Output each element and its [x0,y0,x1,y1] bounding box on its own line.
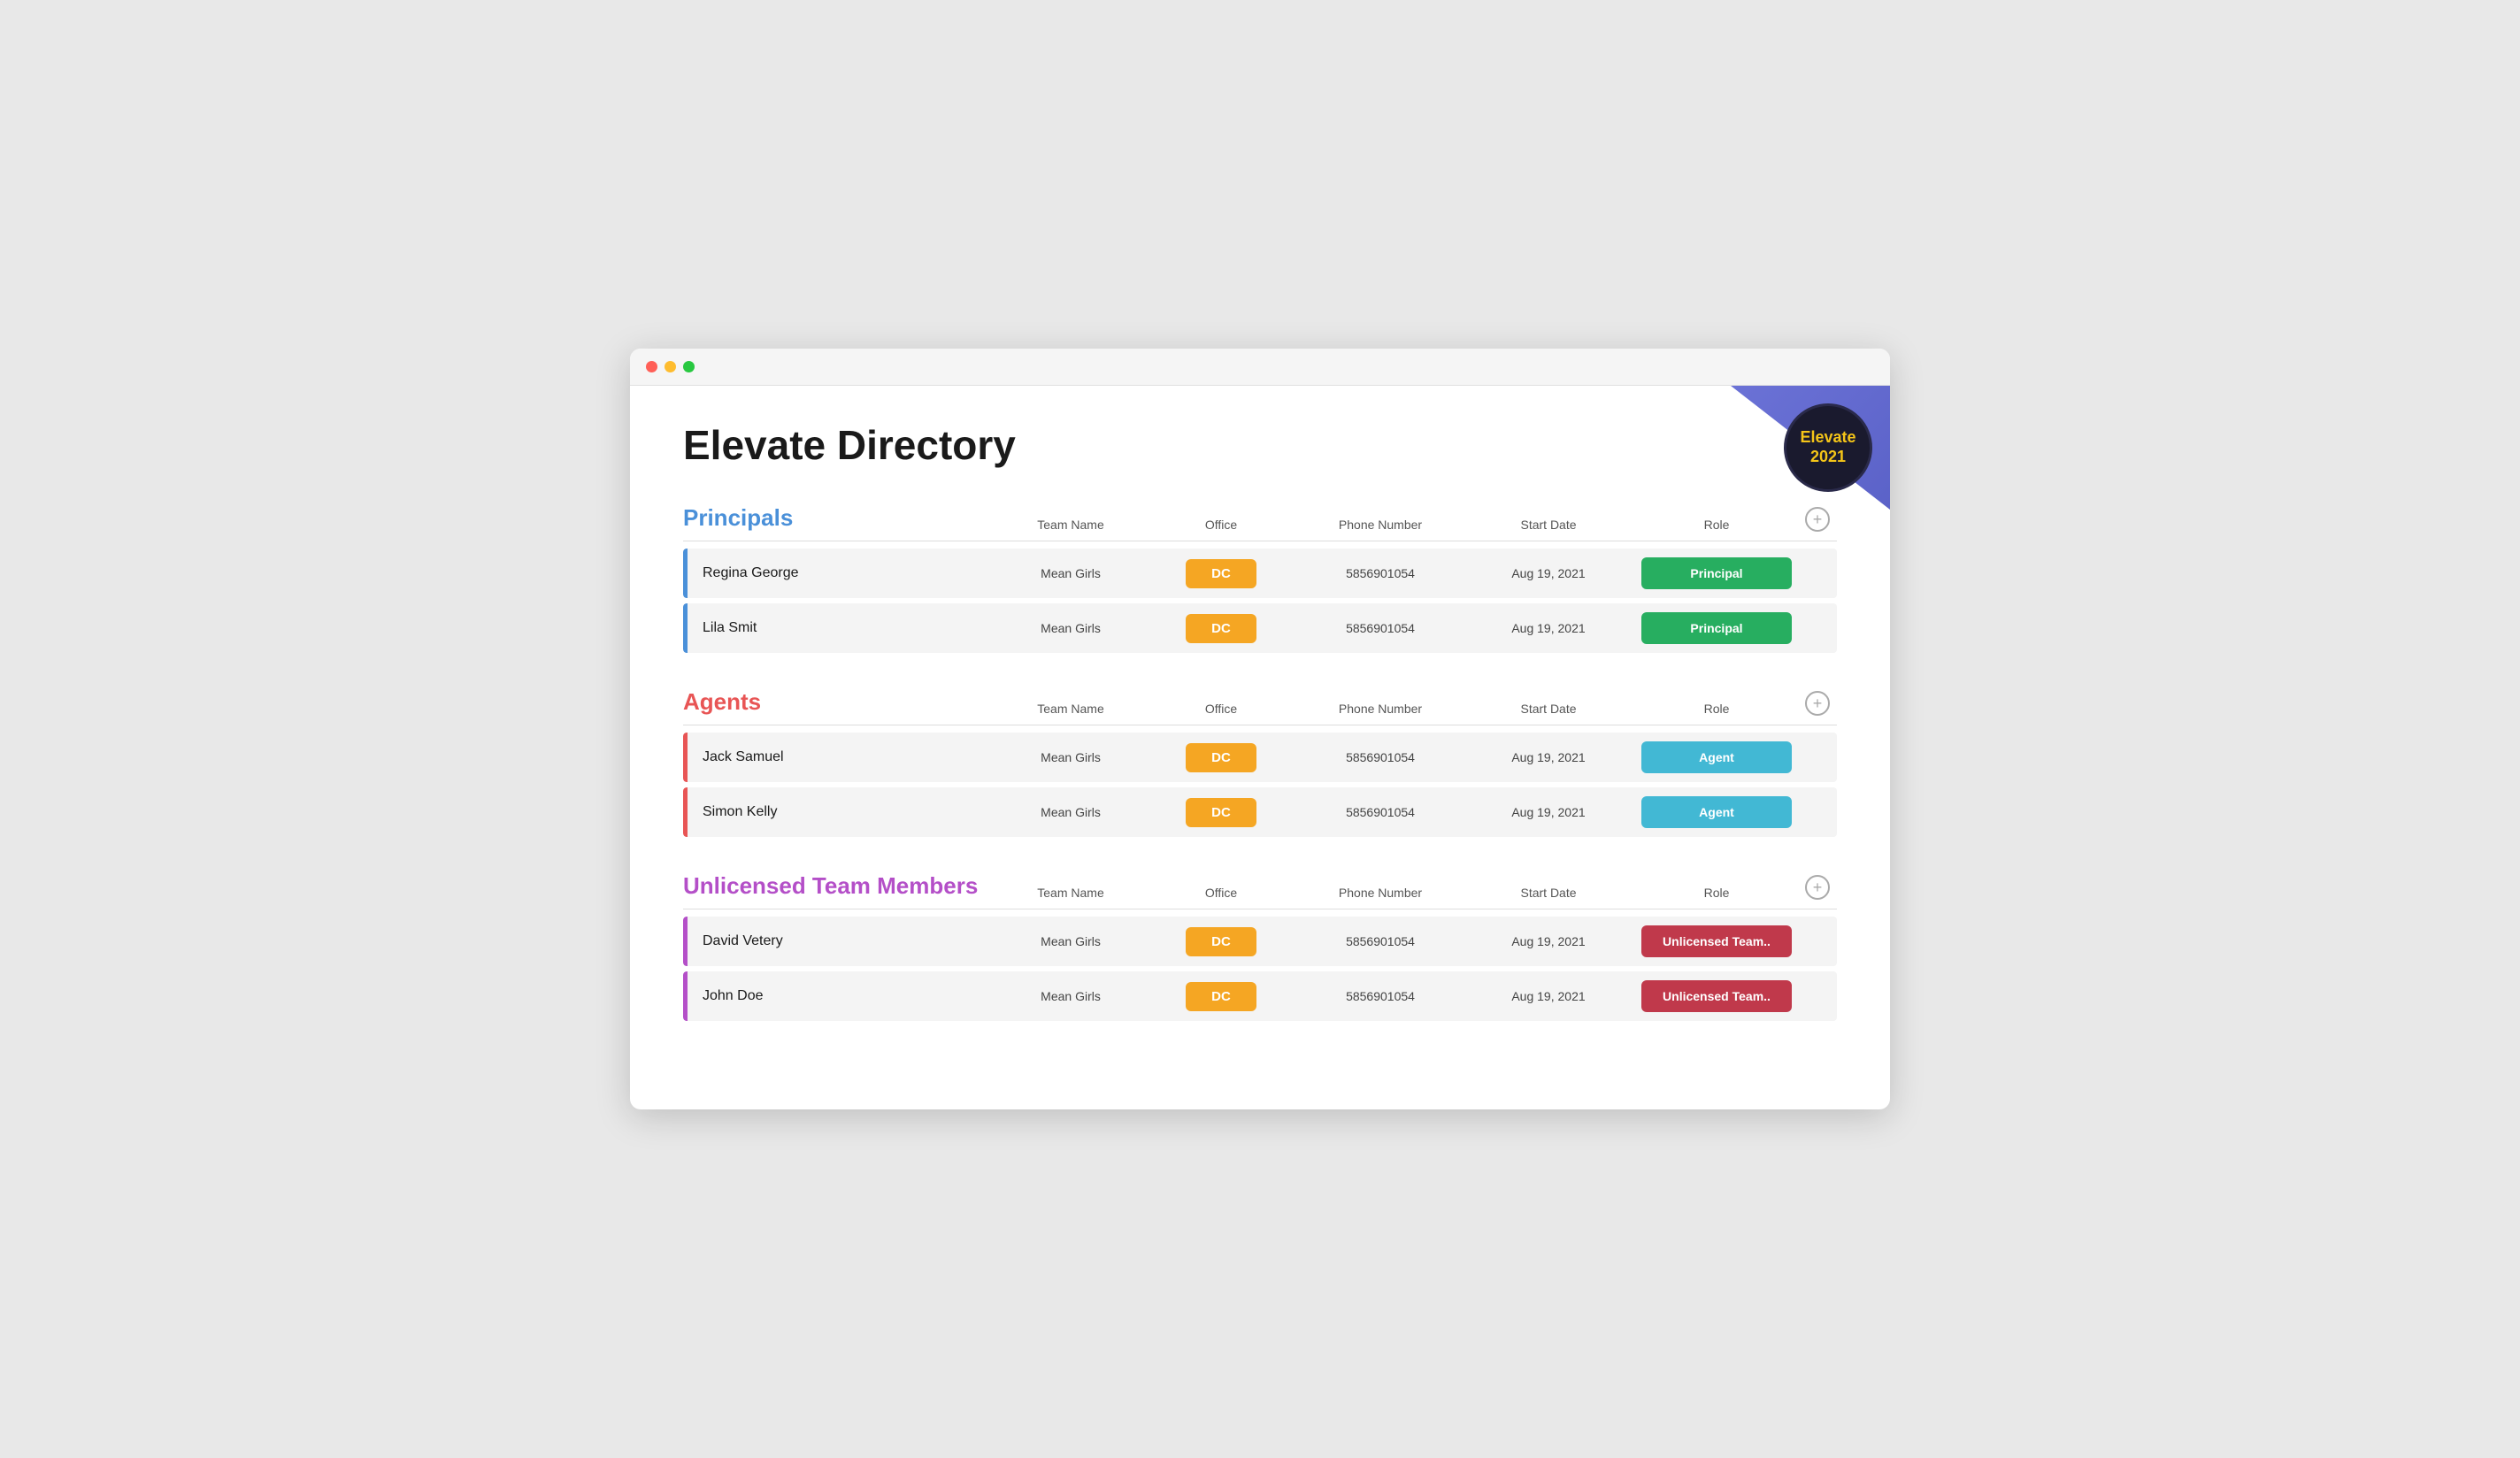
col-header-start-date: Start Date [1469,886,1628,900]
cell-phone: 5856901054 [1292,621,1469,635]
role-badge: Agent [1641,796,1792,828]
add-button-unlicensed[interactable]: + [1805,875,1830,900]
page-title: Elevate Directory [683,421,1837,469]
section-header-unlicensed: Unlicensed Team MembersTeam NameOfficePh… [683,872,1837,900]
row-accent [683,917,688,966]
cell-role: Agent [1628,796,1805,828]
row-accent [683,603,688,653]
cell-role: Unlicensed Team.. [1628,925,1805,957]
cell-office: DC [1150,927,1292,956]
col-header-phone-number: Phone Number [1292,702,1469,716]
section-principals: PrincipalsTeam NameOfficePhone NumberSta… [683,504,1837,653]
cell-phone: 5856901054 [1292,750,1469,764]
cell-team: Mean Girls [991,750,1150,764]
cell-team: Mean Girls [991,621,1150,635]
elevate-badge: Elevate 2021 [1784,403,1872,492]
cell-start-date: Aug 19, 2021 [1469,934,1628,948]
office-badge: DC [1186,982,1256,1011]
badge-line2: 2021 [1810,448,1846,467]
office-badge: DC [1186,927,1256,956]
cell-name: Jack Samuel [683,749,991,765]
cell-role: Principal [1628,612,1805,644]
main-content: Elevate 2021 Elevate Directory Principal… [630,386,1890,1109]
cell-name: Regina George [683,565,991,581]
row-accent [683,971,688,1021]
cell-role: Principal [1628,557,1805,589]
row-accent [683,549,688,598]
badge-line1: Elevate [1800,428,1855,448]
row-accent [683,733,688,782]
role-badge: Agent [1641,741,1792,773]
cell-start-date: Aug 19, 2021 [1469,621,1628,635]
cell-team: Mean Girls [991,566,1150,580]
cell-team: Mean Girls [991,805,1150,819]
titlebar [630,349,1890,386]
col-header-team-name: Team Name [991,702,1150,716]
cell-name: David Vetery [683,933,991,949]
cell-start-date: Aug 19, 2021 [1469,566,1628,580]
col-header-start-date: Start Date [1469,702,1628,716]
maximize-button[interactable] [683,361,695,372]
close-button[interactable] [646,361,657,372]
col-header-office: Office [1150,886,1292,900]
table-row[interactable]: Lila SmitMean Girls DC 5856901054Aug 19, 2… [683,603,1837,653]
role-badge: Principal [1641,612,1792,644]
office-badge: DC [1186,614,1256,643]
col-header-start-date: Start Date [1469,518,1628,532]
col-header-role: Role [1628,702,1805,716]
section-title-agents: Agents [683,688,991,716]
cell-office: DC [1150,743,1292,772]
cell-team: Mean Girls [991,934,1150,948]
cell-start-date: Aug 19, 2021 [1469,989,1628,1003]
cell-name: Lila Smit [683,620,991,636]
cell-name: John Doe [683,988,991,1004]
col-header-office: Office [1150,702,1292,716]
cell-phone: 5856901054 [1292,989,1469,1003]
cell-office: DC [1150,559,1292,588]
section-agents: AgentsTeam NameOfficePhone NumberStart D… [683,688,1837,837]
role-badge: Principal [1641,557,1792,589]
sections-container: PrincipalsTeam NameOfficePhone NumberSta… [683,504,1837,1021]
row-accent [683,787,688,837]
table-row[interactable]: David VeteryMean Girls DC 5856901054Aug 19… [683,917,1837,966]
section-header-principals: PrincipalsTeam NameOfficePhone NumberSta… [683,504,1837,532]
cell-name: Simon Kelly [683,804,991,820]
col-header-office: Office [1150,518,1292,532]
minimize-button[interactable] [665,361,676,372]
cell-role: Unlicensed Team.. [1628,980,1805,1012]
col-header-phone-number: Phone Number [1292,886,1469,900]
cell-phone: 5856901054 [1292,805,1469,819]
section-unlicensed: Unlicensed Team MembersTeam NameOfficePh… [683,872,1837,1021]
section-header-agents: AgentsTeam NameOfficePhone NumberStart D… [683,688,1837,716]
office-badge: DC [1186,743,1256,772]
col-header-team-name: Team Name [991,518,1150,532]
add-button-principals[interactable]: + [1805,507,1830,532]
col-header-phone-number: Phone Number [1292,518,1469,532]
add-button-agents[interactable]: + [1805,691,1830,716]
col-header-role: Role [1628,886,1805,900]
col-header-team-name: Team Name [991,886,1150,900]
table-row[interactable]: Regina GeorgeMean Girls DC 5856901054Aug 1… [683,549,1837,598]
table-row[interactable]: Jack SamuelMean Girls DC 5856901054Aug 19,… [683,733,1837,782]
cell-phone: 5856901054 [1292,566,1469,580]
cell-start-date: Aug 19, 2021 [1469,750,1628,764]
section-title-unlicensed: Unlicensed Team Members [683,872,991,900]
role-badge: Unlicensed Team.. [1641,925,1792,957]
cell-role: Agent [1628,741,1805,773]
col-header-role: Role [1628,518,1805,532]
cell-team: Mean Girls [991,989,1150,1003]
app-window: Elevate 2021 Elevate Directory Principal… [630,349,1890,1109]
cell-office: DC [1150,798,1292,827]
cell-office: DC [1150,982,1292,1011]
table-row[interactable]: John DoeMean Girls DC 5856901054Aug 19, 20… [683,971,1837,1021]
office-badge: DC [1186,798,1256,827]
office-badge: DC [1186,559,1256,588]
section-title-principals: Principals [683,504,991,532]
table-row[interactable]: Simon KellyMean Girls DC 5856901054Aug 19,… [683,787,1837,837]
cell-start-date: Aug 19, 2021 [1469,805,1628,819]
role-badge: Unlicensed Team.. [1641,980,1792,1012]
cell-office: DC [1150,614,1292,643]
cell-phone: 5856901054 [1292,934,1469,948]
